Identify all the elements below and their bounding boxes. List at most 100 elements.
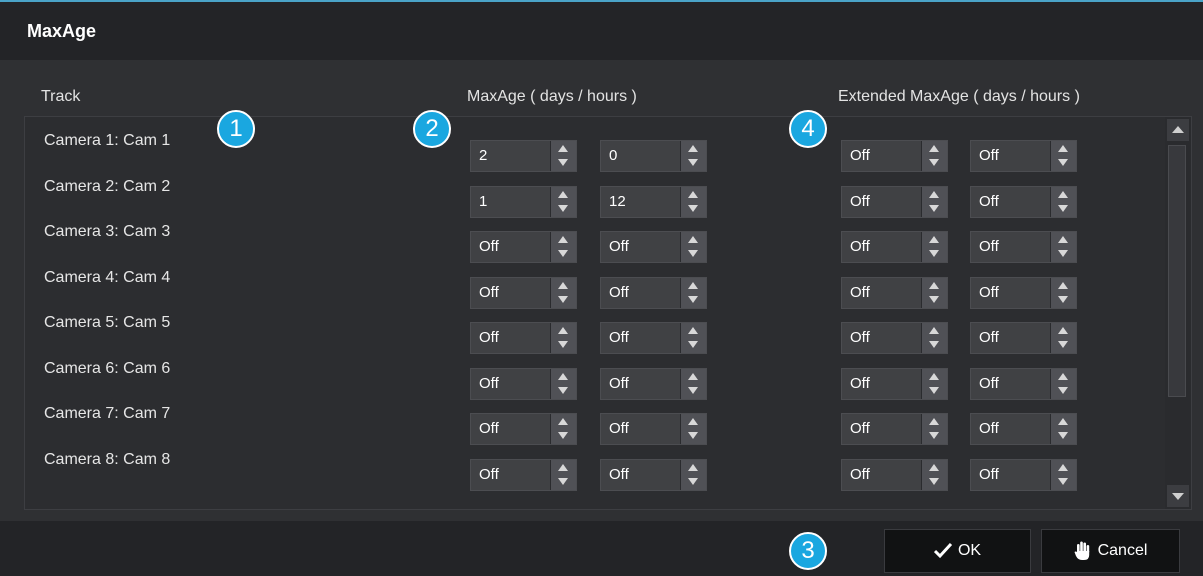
extended-hours-spinbox[interactable]: Off (970, 322, 1077, 354)
spin-up-icon[interactable] (551, 141, 576, 156)
spin-down-icon[interactable] (1051, 202, 1076, 217)
spinbox-value[interactable]: Off (479, 460, 499, 490)
maxage-days-spinbox[interactable]: Off (470, 458, 577, 491)
spinbox-value[interactable]: Off (850, 278, 870, 308)
spin-up-icon[interactable] (1051, 278, 1076, 293)
spinbox-value[interactable]: Off (850, 141, 870, 171)
spin-down-icon[interactable] (551, 247, 576, 262)
spin-down-icon[interactable] (1051, 475, 1076, 490)
spin-down-icon[interactable] (1051, 293, 1076, 308)
maxage-days-spinbox[interactable]: 1 (470, 185, 577, 218)
spin-down-icon[interactable] (1051, 247, 1076, 262)
spinbox-value[interactable]: Off (979, 369, 999, 399)
spin-down-icon[interactable] (922, 338, 947, 353)
spin-down-icon[interactable] (922, 247, 947, 262)
spin-up-icon[interactable] (551, 232, 576, 247)
spin-up-icon[interactable] (681, 323, 706, 338)
spin-up-icon[interactable] (1051, 460, 1076, 475)
spin-up-icon[interactable] (922, 232, 947, 247)
spinbox-value[interactable]: Off (979, 187, 999, 217)
maxage-days-spinbox[interactable]: Off (470, 322, 577, 354)
spinbox-value[interactable]: 12 (609, 187, 626, 217)
extended-hours-spinbox[interactable]: Off (970, 140, 1077, 172)
spin-up-icon[interactable] (681, 369, 706, 384)
spin-up-icon[interactable] (681, 278, 706, 293)
maxage-days-spinbox[interactable]: Off (470, 231, 577, 263)
spin-up-icon[interactable] (551, 414, 576, 429)
spin-down-icon[interactable] (1051, 156, 1076, 171)
spin-down-icon[interactable] (681, 429, 706, 444)
spin-down-icon[interactable] (1051, 429, 1076, 444)
cancel-button[interactable]: Cancel (1041, 529, 1180, 573)
spin-down-icon[interactable] (922, 384, 947, 399)
spin-down-icon[interactable] (681, 293, 706, 308)
spin-down-icon[interactable] (551, 475, 576, 490)
spin-up-icon[interactable] (922, 460, 947, 475)
spinbox-value[interactable]: Off (609, 323, 629, 353)
spin-up-icon[interactable] (922, 141, 947, 156)
spinbox-value[interactable]: Off (609, 414, 629, 444)
scroll-down-button[interactable] (1167, 485, 1189, 507)
spin-down-icon[interactable] (681, 475, 706, 490)
spinbox-value[interactable]: Off (479, 323, 499, 353)
extended-hours-spinbox[interactable]: Off (970, 367, 1077, 400)
maxage-hours-spinbox[interactable]: 0 (600, 140, 707, 172)
spinbox-value[interactable]: 0 (609, 141, 617, 171)
spin-down-icon[interactable] (922, 475, 947, 490)
extended-hours-spinbox[interactable]: Off (970, 185, 1077, 218)
spin-down-icon[interactable] (681, 156, 706, 171)
spin-up-icon[interactable] (1051, 369, 1076, 384)
spin-up-icon[interactable] (922, 414, 947, 429)
maxage-hours-spinbox[interactable]: Off (600, 322, 707, 354)
spin-up-icon[interactable] (551, 369, 576, 384)
spinbox-value[interactable]: Off (979, 414, 999, 444)
spin-up-icon[interactable] (681, 460, 706, 475)
spinbox-value[interactable]: Off (479, 414, 499, 444)
spinbox-value[interactable]: Off (850, 187, 870, 217)
maxage-hours-spinbox[interactable]: 12 (600, 185, 707, 218)
spin-down-icon[interactable] (681, 202, 706, 217)
spin-up-icon[interactable] (1051, 232, 1076, 247)
spinbox-value[interactable]: Off (850, 414, 870, 444)
maxage-hours-spinbox[interactable]: Off (600, 276, 707, 309)
extended-hours-spinbox[interactable]: Off (970, 276, 1077, 309)
spin-down-icon[interactable] (922, 293, 947, 308)
spin-up-icon[interactable] (1051, 323, 1076, 338)
extended-hours-spinbox[interactable]: Off (970, 231, 1077, 263)
spinbox-value[interactable]: Off (979, 232, 999, 262)
spin-up-icon[interactable] (922, 323, 947, 338)
spin-up-icon[interactable] (681, 187, 706, 202)
spin-up-icon[interactable] (551, 323, 576, 338)
spin-down-icon[interactable] (551, 338, 576, 353)
spin-down-icon[interactable] (681, 247, 706, 262)
spin-down-icon[interactable] (681, 384, 706, 399)
spin-up-icon[interactable] (1051, 187, 1076, 202)
spin-down-icon[interactable] (922, 429, 947, 444)
spin-down-icon[interactable] (681, 338, 706, 353)
maxage-hours-spinbox[interactable]: Off (600, 458, 707, 491)
maxage-hours-spinbox[interactable]: Off (600, 231, 707, 263)
spin-up-icon[interactable] (681, 141, 706, 156)
spin-down-icon[interactable] (551, 293, 576, 308)
spin-down-icon[interactable] (551, 429, 576, 444)
spinbox-value[interactable]: Off (850, 323, 870, 353)
maxage-days-spinbox[interactable]: Off (470, 276, 577, 309)
spinbox-value[interactable]: Off (609, 232, 629, 262)
extended-hours-spinbox[interactable]: Off (970, 413, 1077, 445)
spinbox-value[interactable]: Off (850, 460, 870, 490)
extended-days-spinbox[interactable]: Off (841, 140, 948, 172)
spin-up-icon[interactable] (1051, 414, 1076, 429)
maxage-days-spinbox[interactable]: Off (470, 367, 577, 400)
extended-days-spinbox[interactable]: Off (841, 276, 948, 309)
extended-days-spinbox[interactable]: Off (841, 322, 948, 354)
spinbox-value[interactable]: Off (979, 141, 999, 171)
ok-button[interactable]: OK (884, 529, 1031, 573)
spin-up-icon[interactable] (551, 460, 576, 475)
maxage-hours-spinbox[interactable]: Off (600, 413, 707, 445)
spinbox-value[interactable]: Off (609, 460, 629, 490)
maxage-days-spinbox[interactable]: Off (470, 413, 577, 445)
spinbox-value[interactable]: Off (979, 323, 999, 353)
spinbox-value[interactable]: Off (479, 232, 499, 262)
spinbox-value[interactable]: Off (979, 278, 999, 308)
extended-days-spinbox[interactable]: Off (841, 185, 948, 218)
